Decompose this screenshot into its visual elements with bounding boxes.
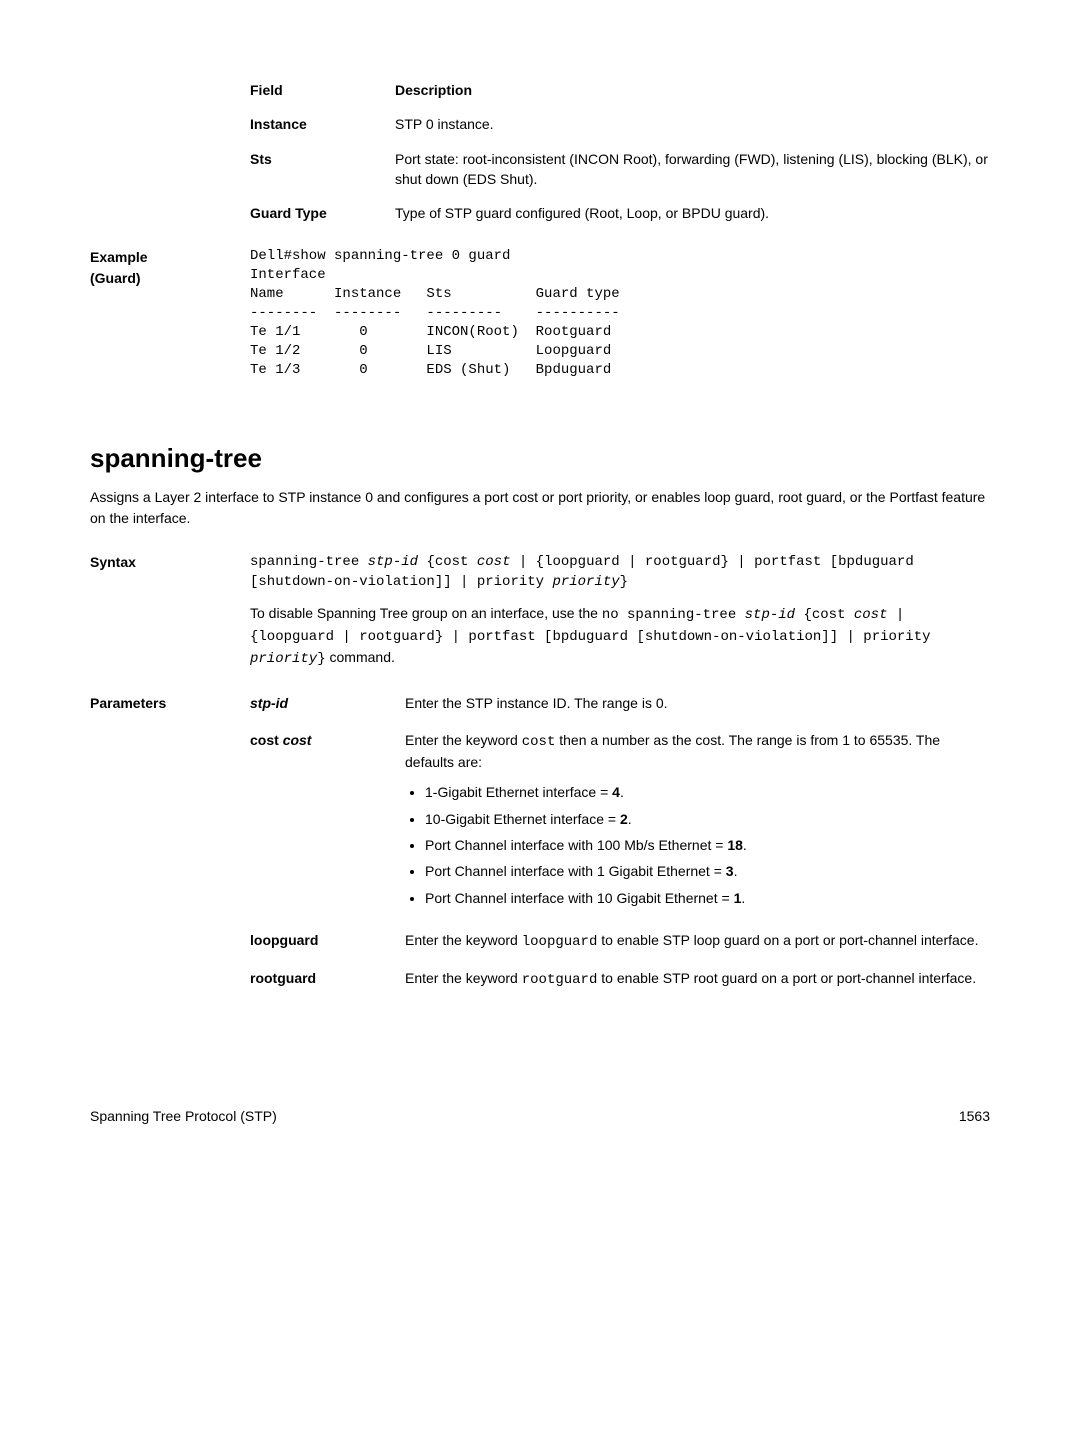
syntax-block: Syntax spanning-tree stp-id {cost cost |… [90, 552, 990, 669]
param-desc-post: to enable STP root guard on a port or po… [597, 970, 976, 986]
param-name: stp-id [250, 693, 405, 713]
parameters-block: Parameters stp-id Enter the STP instance… [90, 693, 990, 1006]
section-intro: Assigns a Layer 2 interface to STP insta… [90, 487, 990, 528]
syntax-code: spanning-tree stp-id {cost cost | {loopg… [250, 552, 990, 593]
footer-left: Spanning Tree Protocol (STP) [90, 1106, 277, 1126]
code-text: {cost [418, 554, 477, 570]
field-header: Field [250, 80, 395, 100]
param-desc: Enter the keyword cost then a number as … [405, 730, 990, 914]
param-row: cost cost Enter the keyword cost then a … [250, 730, 990, 914]
bullet-bold: 3 [726, 863, 734, 879]
parameters-content: stp-id Enter the STP instance ID. The ra… [250, 693, 990, 1006]
field-row: Sts Port state: root-inconsistent (INCON… [250, 149, 990, 190]
param-row: stp-id Enter the STP instance ID. The ra… [250, 693, 990, 713]
param-row: loopguard Enter the keyword loopguard to… [250, 930, 990, 952]
param-desc: Enter the STP instance ID. The range is … [405, 693, 990, 713]
section-title: spanning-tree [90, 440, 990, 478]
code-var: stp-id [368, 554, 418, 570]
field-header-row: Field Description [250, 80, 990, 100]
example-block: Example (Guard) Dell#show spanning-tree … [90, 247, 990, 379]
bullet-tail: . [620, 784, 624, 800]
syntax-label: Syntax [90, 552, 250, 669]
code-text: {cost [795, 607, 854, 623]
param-desc-code: rootguard [522, 972, 598, 988]
field-desc: Port state: root-inconsistent (INCON Roo… [395, 149, 990, 190]
page-footer: Spanning Tree Protocol (STP) 1563 [90, 1106, 990, 1126]
field-label: Sts [250, 149, 395, 190]
code-var: cost [854, 607, 888, 623]
field-desc: STP 0 instance. [395, 114, 990, 134]
param-desc-pre: Enter the keyword [405, 932, 522, 948]
code-text: } [620, 574, 628, 590]
param-name-em: cost [283, 732, 312, 748]
bullet-text: Port Channel interface with 1 Gigabit Et… [425, 863, 726, 879]
example-label: Example (Guard) [90, 247, 250, 379]
param-name: loopguard [250, 930, 405, 952]
param-desc-code: loopguard [522, 934, 598, 950]
param-desc-post: to enable STP loop guard on a port or po… [597, 932, 978, 948]
code-text: } [317, 651, 325, 667]
bullet-bold: 4 [612, 784, 620, 800]
footer-right: 1563 [959, 1106, 990, 1126]
code-text: spanning-tree [250, 554, 368, 570]
bullet-tail: . [741, 890, 745, 906]
param-name: cost cost [250, 730, 405, 914]
bullet-item: Port Channel interface with 10 Gigabit E… [425, 888, 990, 908]
example-label-1: Example [90, 249, 148, 265]
disable-post: command. [326, 649, 395, 665]
example-label-2: (Guard) [90, 270, 141, 286]
code-text: no spanning-tree [602, 607, 745, 623]
code-var: priority [250, 651, 317, 667]
param-desc-code: cost [522, 734, 556, 750]
bullet-tail: . [628, 811, 632, 827]
field-desc: Type of STP guard configured (Root, Loop… [395, 203, 990, 223]
bullet-item: Port Channel interface with 100 Mb/s Eth… [425, 835, 990, 855]
parameters-label: Parameters [90, 693, 250, 1006]
bullet-item: 1-Gigabit Ethernet interface = 4. [425, 782, 990, 802]
bullet-text: 1-Gigabit Ethernet interface = [425, 784, 612, 800]
code-var: stp-id [745, 607, 795, 623]
code-var: priority [552, 574, 619, 590]
bullet-text: Port Channel interface with 100 Mb/s Eth… [425, 837, 727, 853]
bullet-text: 10-Gigabit Ethernet interface = [425, 811, 620, 827]
disable-pre: To disable Spanning Tree group on an int… [250, 605, 602, 621]
param-desc-pre: Enter the keyword [405, 732, 522, 748]
param-desc: Enter the keyword loopguard to enable ST… [405, 930, 990, 952]
param-desc-pre: Enter the keyword [405, 970, 522, 986]
bullet-item: 10-Gigabit Ethernet interface = 2. [425, 809, 990, 829]
bullet-bold: 2 [620, 811, 628, 827]
syntax-content: spanning-tree stp-id {cost cost | {loopg… [250, 552, 990, 669]
bullet-text: Port Channel interface with 10 Gigabit E… [425, 890, 734, 906]
field-label: Guard Type [250, 203, 395, 223]
field-row: Instance STP 0 instance. [250, 114, 990, 134]
example-code: Dell#show spanning-tree 0 guard Interfac… [250, 247, 620, 379]
param-name: rootguard [250, 968, 405, 990]
bullet-item: Port Channel interface with 1 Gigabit Et… [425, 861, 990, 881]
field-label: Instance [250, 114, 395, 134]
field-description-table: Field Description Instance STP 0 instanc… [250, 80, 990, 223]
param-row: rootguard Enter the keyword rootguard to… [250, 968, 990, 990]
desc-header: Description [395, 80, 990, 100]
code-var: cost [477, 554, 511, 570]
field-row: Guard Type Type of STP guard configured … [250, 203, 990, 223]
param-name-pre: cost [250, 732, 283, 748]
param-bullets: 1-Gigabit Ethernet interface = 4. 10-Gig… [405, 782, 990, 907]
bullet-bold: 18 [727, 837, 743, 853]
syntax-disable: To disable Spanning Tree group on an int… [250, 603, 990, 670]
param-desc: Enter the keyword rootguard to enable ST… [405, 968, 990, 990]
bullet-tail: . [743, 837, 747, 853]
bullet-tail: . [734, 863, 738, 879]
